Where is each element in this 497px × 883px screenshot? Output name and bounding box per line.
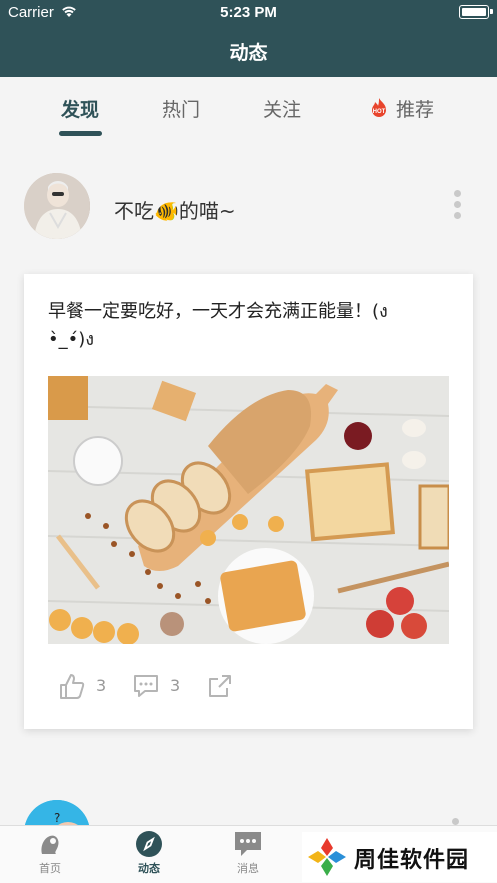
like-count: 3 (96, 676, 107, 695)
tabbar-moments-label: 动态 (138, 862, 160, 875)
feed-tabs: 发现 热门 关注 HOT 推荐 (0, 77, 497, 149)
post-header: 不吃🐠的喵~ (0, 160, 497, 260)
avatar-photo (24, 173, 90, 239)
more-options-icon[interactable] (452, 818, 459, 825)
clock: 5:23 PM (220, 4, 277, 21)
svg-text:HOT: HOT (373, 109, 386, 115)
tab-following[interactable]: 关注 (263, 95, 301, 122)
watermark-text: 周佳软件园 (354, 848, 470, 873)
tabbar-messages[interactable]: 消息 (218, 830, 278, 876)
comment-count: 3 (170, 676, 181, 695)
tabbar-moments[interactable]: 动态 (119, 830, 179, 876)
compass-icon (136, 831, 162, 857)
message-icon (235, 832, 261, 856)
tabbar-messages-label: 消息 (237, 862, 259, 875)
thumbs-up-icon[interactable] (58, 672, 86, 700)
post-actions: 3 3 (58, 672, 298, 700)
page-title: 动态 (229, 42, 268, 64)
avatar[interactable] (24, 173, 90, 239)
share-icon[interactable] (206, 672, 234, 700)
hot-fire-icon: HOT (372, 98, 386, 117)
comment-icon[interactable] (132, 672, 160, 700)
post-card[interactable]: 早餐一定要吃好，一天才会充满正能量！(ง •̀_•́)ง 3 3 (24, 274, 473, 729)
breakfast-photo (48, 376, 449, 644)
svg-text:?: ? (54, 811, 60, 825)
navigation-header: Carrier 5:23 PM 动态 (0, 0, 497, 77)
tab-discover[interactable]: 发现 (61, 95, 99, 122)
active-tab-indicator (59, 131, 102, 136)
tab-hot[interactable]: 热门 (162, 95, 200, 122)
tabbar-home-label: 首页 (39, 862, 61, 875)
tabbar-home[interactable]: 首页 (20, 830, 80, 876)
tab-recommend[interactable]: 推荐 (396, 95, 434, 122)
status-bar: Carrier 5:23 PM (0, 0, 497, 26)
post-image[interactable] (48, 376, 449, 644)
post-text: 早餐一定要吃好，一天才会充满正能量！(ง •̀_•́)ง (48, 301, 388, 350)
post-username[interactable]: 不吃🐠的喵~ (114, 195, 236, 224)
home-icon (41, 835, 59, 854)
battery-icon (459, 5, 493, 19)
watermark-logo-icon (308, 838, 346, 876)
watermark: 周佳软件园 (302, 832, 497, 882)
more-options-icon[interactable] (451, 190, 463, 224)
